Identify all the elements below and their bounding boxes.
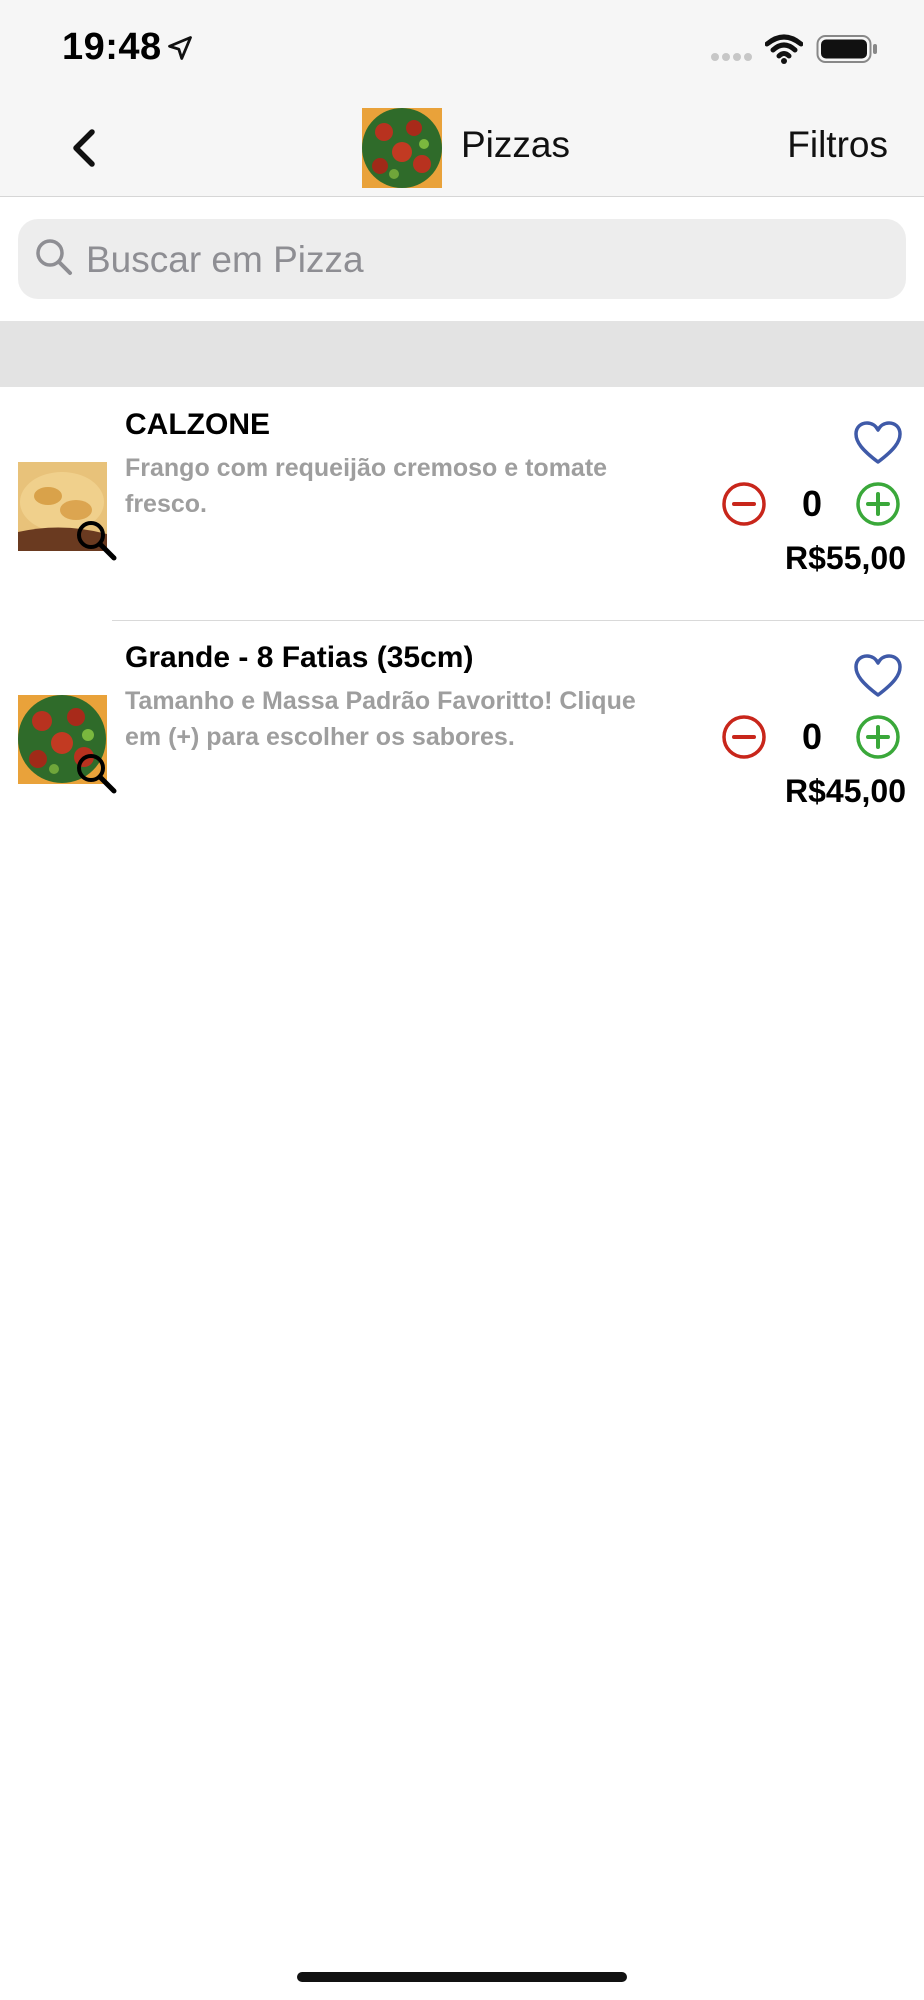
zoom-icon[interactable] xyxy=(74,751,118,795)
signal-icon xyxy=(711,53,752,61)
filters-button[interactable]: Filtros xyxy=(787,124,888,166)
back-button[interactable] xyxy=(58,120,114,176)
product-row[interactable]: CALZONE Frango com requeijão cremoso e t… xyxy=(0,388,924,621)
product-title: CALZONE xyxy=(125,408,270,441)
search-field[interactable] xyxy=(18,219,906,301)
status-time: 19:48 xyxy=(62,26,162,68)
increase-quantity-button[interactable] xyxy=(854,480,902,528)
search-bar xyxy=(0,197,924,321)
quantity-value: 0 xyxy=(801,483,823,524)
favorite-heart-icon[interactable] xyxy=(852,418,904,470)
product-description: Frango com requeijão cremoso e tomate fr… xyxy=(125,454,608,518)
page-title: Pizzas xyxy=(461,124,570,165)
location-arrow-icon xyxy=(168,36,192,60)
decrease-quantity-button[interactable] xyxy=(720,713,768,761)
search-input[interactable] xyxy=(84,219,888,301)
navigation-bar: Pizzas Filtros xyxy=(0,98,924,197)
decrease-quantity-button[interactable] xyxy=(720,480,768,528)
category-thumbnail xyxy=(362,108,442,188)
status-bar: 19:48 xyxy=(0,0,924,98)
product-row[interactable]: Grande - 8 Fatias (35cm) Tamanho e Massa… xyxy=(0,621,924,854)
product-price: R$45,00 xyxy=(785,773,906,809)
home-indicator xyxy=(297,1972,627,1982)
product-title: Grande - 8 Fatias (35cm) xyxy=(125,641,474,674)
wifi-icon xyxy=(765,34,803,64)
zoom-icon[interactable] xyxy=(74,518,118,562)
product-price: R$55,00 xyxy=(785,540,906,576)
battery-icon xyxy=(816,35,877,63)
product-description: Tamanho e Massa Padrão Favoritto! Clique… xyxy=(125,687,636,751)
search-icon xyxy=(36,239,72,275)
increase-quantity-button[interactable] xyxy=(854,713,902,761)
section-header xyxy=(0,321,924,387)
favorite-heart-icon[interactable] xyxy=(852,651,904,703)
quantity-value: 0 xyxy=(801,716,823,757)
